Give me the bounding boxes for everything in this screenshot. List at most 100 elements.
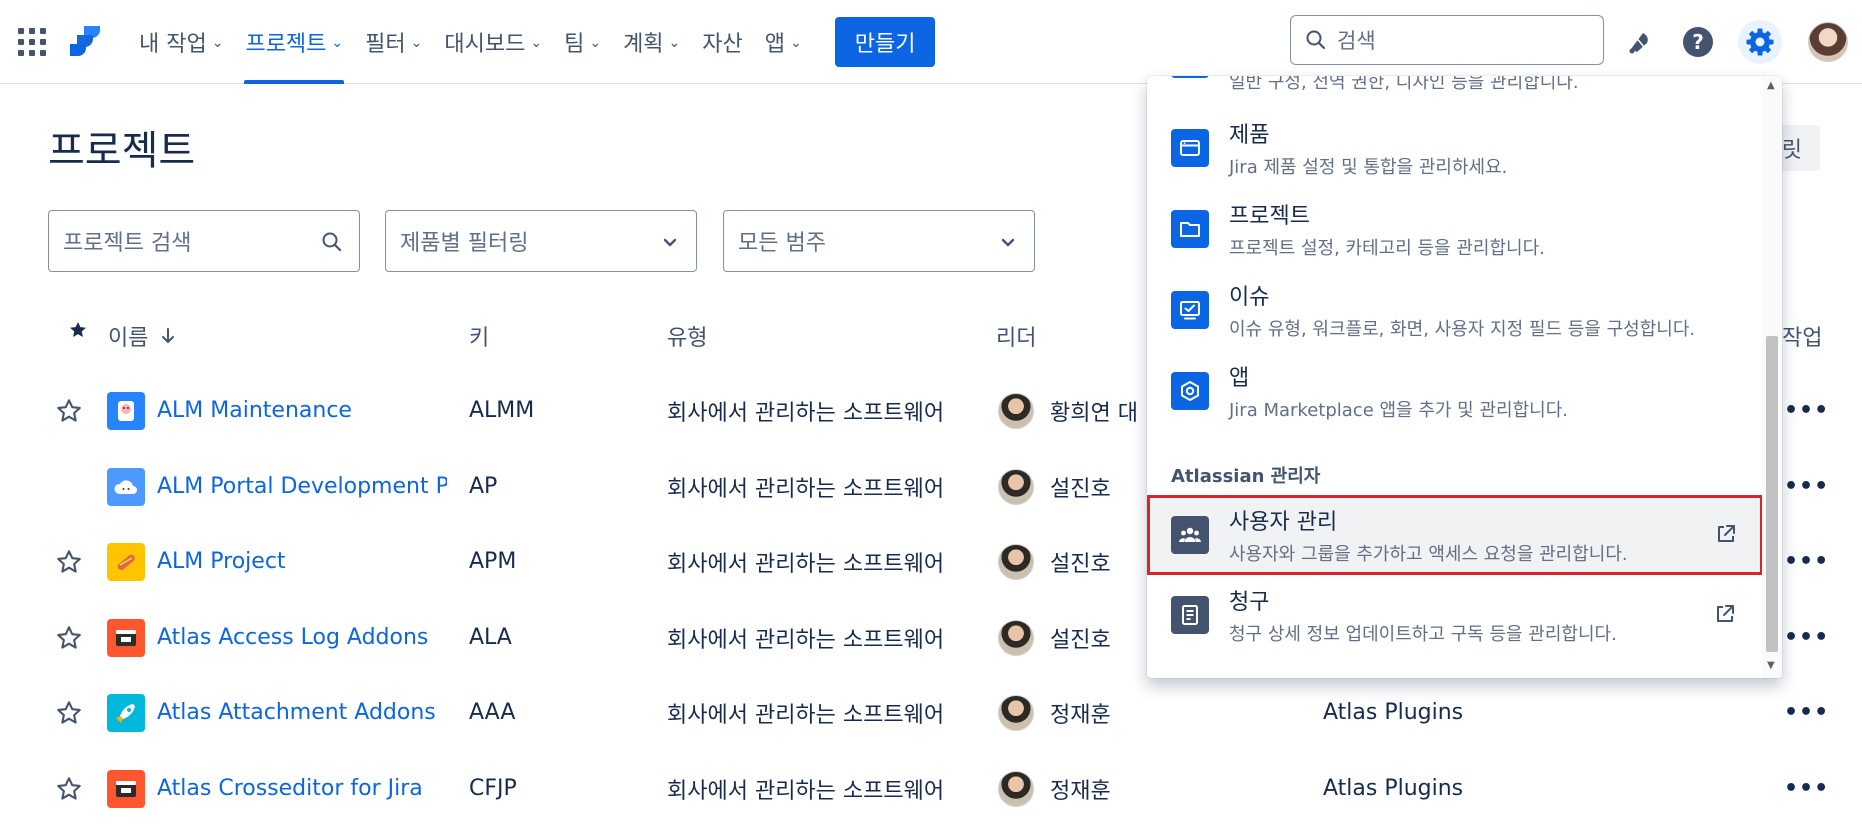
menu-item-title: 청구 (1229, 590, 1270, 615)
star-outline-icon[interactable] (55, 600, 83, 675)
more-actions-icon[interactable]: ••• (1784, 524, 1829, 599)
robot-icon (107, 391, 145, 430)
more-actions-icon[interactable]: ••• (1784, 600, 1829, 675)
system-icon (1171, 76, 1209, 78)
nav-label: 계획 (623, 32, 664, 57)
browser-window-icon (107, 618, 145, 657)
nav-plans[interactable]: 계획 ⌄ (612, 0, 691, 84)
avatar (998, 543, 1034, 580)
more-actions-icon[interactable]: ••• (1784, 373, 1829, 448)
nav-label: 앱 (764, 32, 786, 57)
project-name-link[interactable]: ALM Portal Development Proj (157, 449, 447, 524)
project-name-link[interactable]: Atlas Crosseditor for Jira (157, 751, 447, 826)
more-actions-icon[interactable]: ••• (1784, 449, 1829, 524)
search-input[interactable]: 검색 (1290, 15, 1604, 65)
project-search-placeholder: 프로젝트 검색 (63, 231, 192, 256)
invoice-icon (1171, 596, 1209, 634)
project-lead-name: 설진호 (1050, 627, 1111, 653)
more-actions-icon[interactable]: ••• (1784, 751, 1829, 826)
menu-item-projects[interactable]: 프로젝트 프로젝트 설정, 카테고리 등을 관리합니다. (1147, 189, 1762, 269)
nav-apps[interactable]: 앱 ⌄ (754, 0, 813, 84)
people-icon (1171, 516, 1209, 554)
chevron-down-icon (663, 238, 677, 247)
notifications-icon[interactable] (1616, 20, 1660, 64)
product-window-icon (1171, 129, 1209, 167)
project-lead[interactable]: 정재훈 (998, 675, 1111, 750)
table-row[interactable]: Atlas Attachment Addons AAA 회사에서 관리하는 소프트웨… (48, 675, 1828, 750)
settings-icon[interactable] (1738, 20, 1782, 64)
column-header-last[interactable]: 작업 (1782, 320, 1822, 352)
column-header-key[interactable]: 키 (469, 320, 489, 352)
nav-filters[interactable]: 필터 ⌄ (354, 0, 433, 84)
column-header-lead[interactable]: 리더 (996, 320, 1036, 352)
project-type: 회사에서 관리하는 소프트웨어 (667, 400, 945, 426)
sort-arrow-down-icon (162, 328, 175, 343)
menu-item-desc: 청구 상세 정보 업데이트하고 구독 등을 관리합니다. (1229, 624, 1617, 645)
column-header-type[interactable]: 유형 (667, 320, 707, 352)
product-filter-placeholder: 제품별 필터링 (400, 231, 529, 256)
table-row[interactable]: Atlas Crosseditor for Jira CFJP 회사에서 관리하는 … (48, 751, 1828, 826)
rocket-icon (107, 693, 145, 732)
menu-item-issues[interactable]: 이슈이슈 유형, 워크플로, 화면, 사용자 지정 필드 등을 구성합니다. (1147, 270, 1762, 350)
category-filter-select[interactable]: 모든 범주 (723, 210, 1035, 272)
atlassian-admin-section-label: Atlassian 관리자 (1171, 466, 1321, 487)
menu-item-user-management[interactable]: 사용자 관리 사용자와 그룹을 추가하고 액세스 요청을 관리합니다. (1147, 495, 1763, 575)
nav-dashboards[interactable]: 대시보드 ⌄ (433, 0, 553, 84)
nav-my-work[interactable]: 내 작업 ⌄ (128, 0, 234, 84)
top-navigation: 내 작업 ⌄ 프로젝트 ⌄ 필터 ⌄ 대시보드 ⌄ 팀 ⌄ 계획 ⌄ 자산 앱 ⌄ 만들기 검… (0, 0, 1862, 84)
scroll-down-arrow-icon[interactable]: ▼ (1767, 660, 1775, 671)
nav-label: 프로젝트 (245, 32, 327, 57)
menu-item-title: 사용자 관리 (1229, 510, 1338, 535)
star-outline-icon[interactable] (55, 751, 83, 826)
project-key: APM (469, 549, 517, 574)
menu-item-apps[interactable]: 앱 Jira Marketplace 앱을 추가 및 관리합니다. (1147, 351, 1762, 431)
column-header-starred[interactable] (68, 320, 88, 340)
star-outline-icon[interactable] (55, 524, 83, 599)
project-lead[interactable]: 설진호 (998, 524, 1111, 599)
help-icon[interactable]: ? (1676, 20, 1720, 64)
chevron-down-icon: ⌄ (211, 35, 224, 51)
project-lead[interactable]: 설진호 (998, 449, 1111, 524)
nav-label: 대시보드 (444, 32, 526, 57)
avatar (998, 619, 1034, 656)
product-filter-select[interactable]: 제품별 필터링 (385, 210, 697, 272)
app-switcher-icon[interactable] (18, 28, 46, 56)
nav-label: 자산 (702, 32, 743, 57)
nav-teams[interactable]: 팀 ⌄ (553, 0, 612, 84)
more-actions-icon[interactable]: ••• (1784, 675, 1829, 750)
menu-item-desc: 이슈 유형, 워크플로, 화면, 사용자 지정 필드 등을 구성합니다. (1229, 319, 1696, 340)
project-type: 회사에서 관리하는 소프트웨어 (667, 627, 945, 653)
project-type: 회사에서 관리하는 소프트웨어 (667, 778, 945, 804)
scrollbar-thumb[interactable] (1766, 336, 1778, 652)
menu-item-products[interactable]: 제품 Jira 제품 설정 및 통합을 관리하세요. (1147, 108, 1762, 188)
profile-avatar[interactable] (1808, 22, 1848, 62)
jira-logo[interactable] (68, 24, 102, 60)
project-name-link[interactable]: ALM Project (157, 524, 447, 599)
main-nav: 내 작업 ⌄ 프로젝트 ⌄ 필터 ⌄ 대시보드 ⌄ 팀 ⌄ 계획 ⌄ 자산 앱 ⌄ 만들기 (128, 0, 936, 84)
project-category: Atlas Plugins (1323, 700, 1464, 725)
menu-item-system-partial[interactable]: 일반 구성, 전역 권한, 디자인 등을 관리합니다. (1147, 76, 1762, 93)
nav-assets[interactable]: 자산 (691, 0, 753, 84)
column-header-name[interactable]: 이름 (108, 320, 178, 352)
menu-item-title: 이슈 (1229, 285, 1270, 310)
project-search-input[interactable]: 프로젝트 검색 (48, 210, 360, 272)
menu-item-billing[interactable]: 청구청구 상세 정보 업데이트하고 구독 등을 관리합니다. (1147, 575, 1762, 655)
chevron-down-icon (1001, 238, 1015, 247)
create-button[interactable]: 만들기 (834, 17, 936, 67)
hotdog-icon (107, 542, 145, 581)
nav-projects[interactable]: 프로젝트 ⌄ (234, 0, 354, 84)
project-lead[interactable]: 정재훈 (998, 751, 1111, 826)
scroll-up-arrow-icon[interactable]: ▲ (1767, 80, 1775, 91)
project-lead[interactable]: 황희연 대 (998, 373, 1138, 448)
project-name-link[interactable]: ALM Maintenance (157, 373, 447, 448)
star-outline-icon[interactable] (55, 675, 83, 750)
page-title: 프로젝트 (48, 128, 196, 174)
star-outline-icon[interactable] (55, 373, 83, 448)
chevron-down-icon: ⌄ (668, 35, 681, 51)
project-name-link[interactable]: Atlas Access Log Addons (157, 600, 447, 675)
chevron-down-icon: ⌄ (410, 35, 423, 51)
dropdown-scrollbar[interactable]: ▲ ▼ (1762, 76, 1782, 678)
chevron-down-icon: ⌄ (589, 35, 602, 51)
project-name-link[interactable]: Atlas Attachment Addons (157, 675, 447, 750)
project-lead[interactable]: 설진호 (998, 600, 1111, 675)
